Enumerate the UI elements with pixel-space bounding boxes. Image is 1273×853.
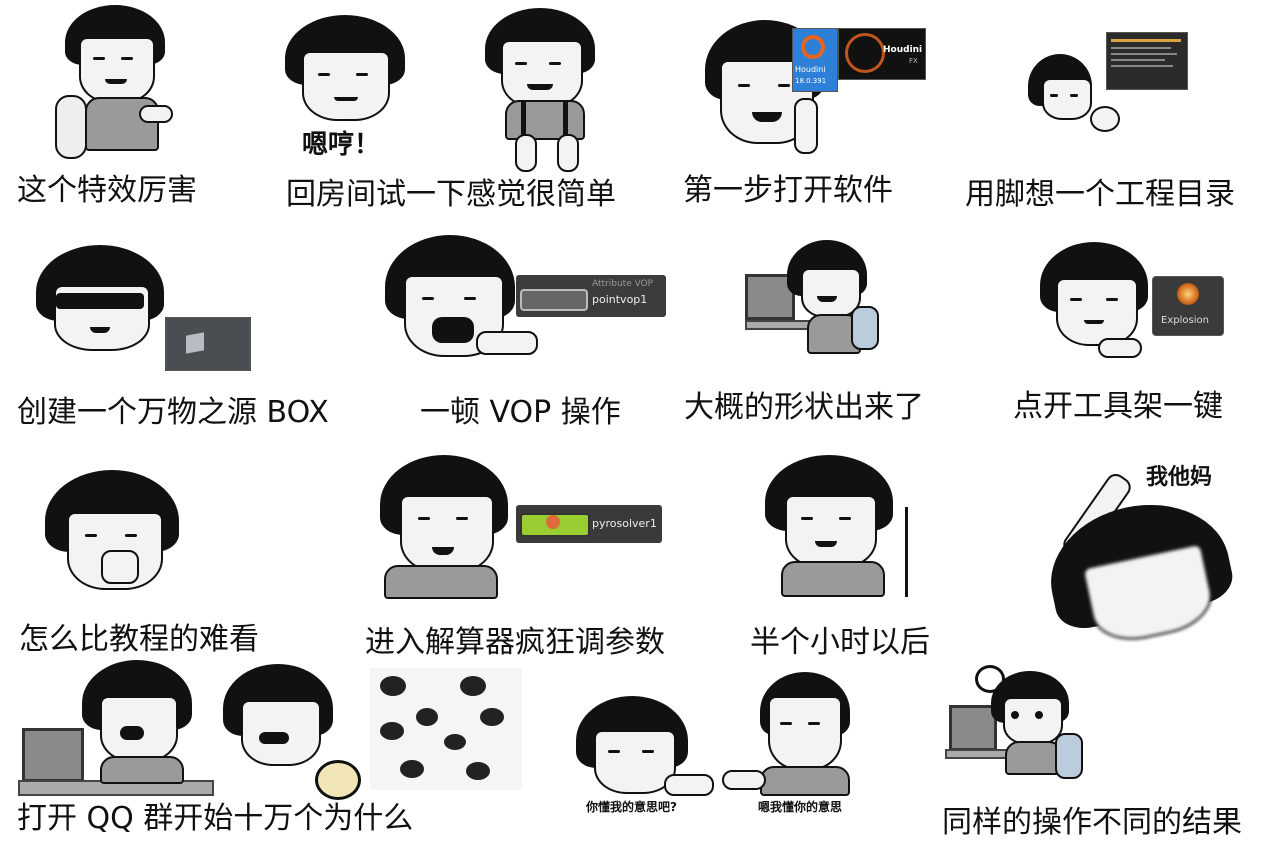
character-thinking <box>1040 242 1160 362</box>
panel-15 <box>945 665 1085 800</box>
character-exhausted <box>765 455 905 597</box>
panel-10: pyrosolver1 <box>380 455 670 605</box>
pyro-flame-icon <box>546 515 560 529</box>
panel-2: 嗯哼！ <box>270 0 630 172</box>
houdini-swirl-icon <box>801 35 825 59</box>
character-smug <box>280 15 410 125</box>
panel-3: Houdini 18.0.391 Houdini FX <box>700 20 930 170</box>
panel-13 <box>18 660 528 800</box>
character-dazed <box>991 671 1083 795</box>
caption-2: 回房间试一下感觉很简单 <box>286 177 616 212</box>
wall-edge <box>905 507 908 597</box>
bubble-wtf: 我他妈 <box>1146 465 1213 490</box>
panel-5 <box>30 245 260 375</box>
caption-12: 打开 QQ 群开始十万个为什么 <box>17 801 414 836</box>
character-walking <box>475 8 615 172</box>
caption-5: 创建一个万物之源 BOX <box>17 395 329 430</box>
character-ashamed <box>45 470 185 600</box>
foot <box>1090 106 1120 132</box>
file-directory-screenshot <box>1106 32 1188 90</box>
caption-11: 半个小时以后 <box>750 625 930 660</box>
node-tile <box>520 289 588 311</box>
houdini-desktop-icon[interactable]: Houdini 18.0.391 <box>792 28 838 92</box>
character-crying-laughing <box>82 660 202 784</box>
character-lying <box>1028 54 1120 134</box>
panel-6: Attribute VOP pointvop1 <box>380 235 680 380</box>
bubble-hmph: 嗯哼！ <box>302 130 381 160</box>
character-sad <box>380 455 520 599</box>
panel-12: 我他妈 <box>1038 455 1240 649</box>
box-viewport-screenshot <box>165 317 251 371</box>
sticker-grid <box>370 668 522 790</box>
panel-7 <box>745 240 885 370</box>
explosion-icon <box>1177 283 1199 305</box>
character-right-bump <box>722 672 868 796</box>
character-sunglasses <box>36 245 166 355</box>
panel-4 <box>1020 30 1200 140</box>
caption-13: 同样的操作不同的结果 <box>942 805 1242 840</box>
caption-4: 用脚想一个工程目录 <box>965 177 1235 212</box>
panel-9 <box>45 470 195 605</box>
caption-6: 一顿 VOP 操作 <box>420 395 621 430</box>
caption-know-me: 你懂我的意思吧? <box>586 800 677 814</box>
houdini-splash-logo: Houdini FX <box>838 28 926 80</box>
character-at-computer <box>787 240 879 360</box>
sunglasses <box>56 293 144 309</box>
pyrosolver-node[interactable]: pyrosolver1 <box>516 505 662 543</box>
computer-monitor-2 <box>22 728 84 782</box>
caption-9: 怎么比教程的难看 <box>19 622 259 657</box>
panel-11 <box>765 455 915 600</box>
houdini-spiral-icon <box>845 33 885 73</box>
caption-10: 进入解算器疯狂调参数 <box>365 625 665 660</box>
panel-14: 你懂我的意思吧? 嗯我懂你的意思 <box>572 672 872 822</box>
explosion-shelf-tool[interactable]: Explosion <box>1152 276 1224 336</box>
caption-7: 大概的形状出来了 <box>684 390 924 425</box>
panel-1 <box>40 0 220 170</box>
character-sitting <box>55 5 185 165</box>
character-laughing-gong <box>223 664 373 800</box>
gong <box>315 760 361 800</box>
computer-monitor-3 <box>949 705 997 751</box>
caption-8: 点开工具架一键 <box>1013 389 1223 424</box>
character-frustrated <box>1038 487 1252 659</box>
caption-1: 这个特效厉害 <box>17 173 197 208</box>
caption-i-know: 嗯我懂你的意思 <box>758 800 843 814</box>
caption-3: 第一步打开软件 <box>683 173 893 208</box>
box-cube-icon <box>186 332 204 354</box>
panel-8: Explosion <box>1040 242 1230 362</box>
attribute-vop-node[interactable]: Attribute VOP pointvop1 <box>516 275 666 317</box>
character-left-bump <box>576 696 714 796</box>
